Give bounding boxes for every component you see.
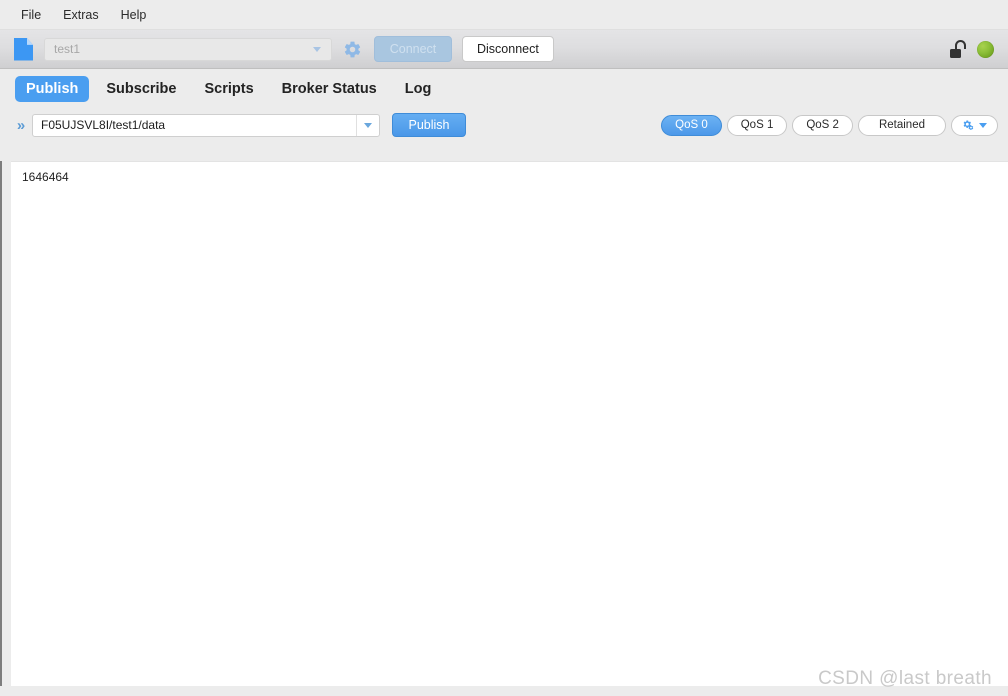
connection-toolbar: test1 Connect Disconnect [0, 29, 1008, 69]
topic-combobox[interactable]: F05UJSVL8I/test1/data [32, 113, 380, 137]
file-icon-fold [26, 37, 33, 45]
publish-button[interactable]: Publish [392, 113, 466, 137]
retained-toggle[interactable]: Retained [857, 114, 946, 136]
qos-2-button[interactable]: QoS 2 [792, 114, 853, 136]
menu-item-extras[interactable]: Extras [52, 5, 109, 25]
topic-dropdown-button[interactable] [357, 122, 379, 128]
menu-item-file[interactable]: File [10, 5, 52, 25]
connection-profile-combobox[interactable]: test1 [44, 37, 332, 61]
chevron-down-icon [364, 122, 372, 128]
file-icon-page [14, 37, 33, 61]
double-chevron-right-icon[interactable]: » [12, 118, 30, 133]
connection-profile-value: test1 [54, 42, 81, 56]
qos-0-button[interactable]: QoS 0 [661, 114, 722, 136]
chevron-down-icon [979, 122, 987, 128]
main-tab-bar: Publish Subscribe Scripts Broker Status … [0, 69, 1008, 109]
message-payload-text: 1646464 [22, 170, 69, 184]
connection-status-led [977, 40, 994, 58]
chevron-down-icon[interactable] [313, 46, 321, 52]
disconnect-button[interactable]: Disconnect [462, 36, 554, 62]
gears-dropdown-icon [962, 119, 976, 132]
qos-option-group: QoS 0 QoS 1 QoS 2 Retained [661, 109, 998, 141]
publish-settings-button[interactable] [951, 114, 998, 136]
tab-subscribe[interactable]: Subscribe [95, 76, 187, 102]
padlock-body [950, 49, 961, 58]
padlock-shackle [955, 40, 966, 49]
unlocked-padlock-icon [950, 40, 967, 58]
menu-bar: File Extras Help [0, 0, 1008, 29]
tab-publish[interactable]: Publish [15, 76, 90, 102]
gear-icon[interactable] [343, 40, 362, 59]
tab-log[interactable]: Log [394, 76, 443, 102]
message-editor-area: 1646464 [0, 161, 1008, 686]
tab-broker-status[interactable]: Broker Status [271, 76, 388, 102]
editor-left-gutter [0, 161, 2, 686]
menu-item-help[interactable]: Help [110, 5, 158, 25]
file-icon[interactable] [14, 37, 33, 61]
tab-scripts[interactable]: Scripts [193, 76, 264, 102]
publish-toolbar: » F05UJSVL8I/test1/data Publish QoS 0 Qo… [0, 109, 1008, 141]
topic-input[interactable]: F05UJSVL8I/test1/data [33, 118, 356, 132]
toolbar-status-group [950, 30, 994, 68]
message-payload-editor[interactable]: 1646464 [11, 161, 1008, 686]
connect-button[interactable]: Connect [374, 36, 452, 62]
qos-1-button[interactable]: QoS 1 [726, 114, 788, 136]
